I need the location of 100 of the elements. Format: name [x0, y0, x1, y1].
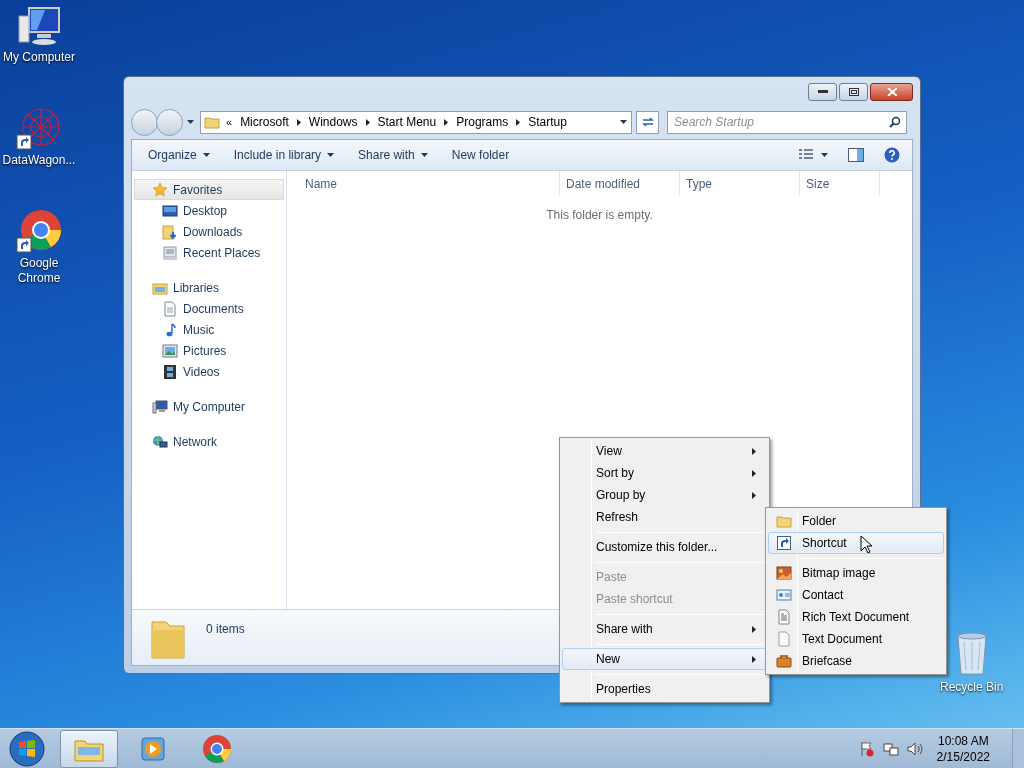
volume-icon [906, 740, 923, 757]
folder-icon [776, 513, 792, 529]
arrow-right-icon [752, 447, 756, 455]
nav-item[interactable]: Documents [132, 298, 286, 319]
preview-pane-icon [848, 148, 864, 162]
icon-label[interactable]: My Computer [1, 50, 77, 65]
arrow-right-icon [752, 625, 756, 633]
empty-folder-message: This folder is empty. [545, 207, 654, 224]
breadcrumb-item[interactable]: Startup [526, 113, 569, 131]
picture-icon [162, 342, 178, 359]
caret-icon [327, 153, 335, 157]
breadcrumb-item[interactable]: Microsoft [238, 113, 291, 131]
nav-item[interactable]: My Computer [134, 396, 284, 417]
overflow-chevron[interactable]: « [226, 113, 233, 131]
menu-item[interactable]: Share with [562, 618, 767, 640]
menu-item[interactable]: Text Document [768, 628, 944, 650]
menu-item[interactable]: Rich Text Document [768, 606, 944, 628]
search-field[interactable]: Search Startup [667, 110, 907, 134]
menu-item[interactable]: Refresh [562, 506, 767, 528]
nav-item[interactable]: Network [134, 431, 284, 452]
arrow-right-icon [752, 491, 756, 499]
caret-icon [202, 153, 210, 157]
desktop-icon [162, 202, 178, 219]
show-desktop-button[interactable] [1012, 728, 1024, 768]
caret-icon [187, 120, 194, 124]
folder-download-icon [162, 223, 178, 240]
computer-icon [152, 398, 168, 415]
contact-card-icon [776, 587, 792, 603]
minimize-icon [817, 90, 828, 94]
nav-item[interactable]: Downloads [132, 221, 286, 242]
forward-button[interactable] [156, 108, 183, 136]
address-bar[interactable]: « Microsoft Windows Start Menu Programs Startup [200, 110, 632, 134]
close-icon [886, 88, 897, 96]
shortcut-icon [776, 535, 792, 551]
column-header[interactable]: Date modified [560, 171, 680, 196]
document-icon [776, 609, 792, 625]
menu-item[interactable]: Customize this folder... [562, 536, 767, 558]
toolbar-button[interactable]: New folder [441, 143, 520, 167]
menu-item[interactable]: Group by [562, 484, 767, 506]
nav-item[interactable]: Pictures [132, 340, 286, 361]
item-count: 0 items [206, 621, 245, 638]
menu-item[interactable]: Shortcut [768, 532, 944, 554]
breadcrumb-item[interactable]: Windows [306, 113, 360, 131]
menu-item[interactable]: Bitmap image [768, 562, 944, 584]
menu-item[interactable]: Folder [768, 510, 944, 532]
arrow-right-icon [296, 118, 301, 126]
menu-item[interactable]: Contact [768, 584, 944, 606]
details-view-icon [799, 149, 813, 161]
blank-document-icon [776, 631, 792, 647]
close-button[interactable] [870, 83, 913, 101]
toolbar-button[interactable]: Organize [138, 143, 220, 167]
clock[interactable]: 10:08 AM 2/15/2022 [936, 732, 990, 765]
menu-item[interactable]: Properties [562, 678, 767, 700]
back-button[interactable] [131, 108, 158, 136]
caret-icon [420, 153, 428, 157]
column-header[interactable]: Size [800, 171, 880, 196]
help-icon [884, 147, 900, 163]
nav-item[interactable]: Music [132, 319, 286, 340]
mouse-pointer-icon [860, 535, 874, 555]
clock-date: 2/15/2022 [936, 748, 990, 765]
nav-item[interactable]: Desktop [132, 200, 286, 221]
breadcrumb-item[interactable]: Start Menu [375, 113, 439, 131]
star-icon [152, 181, 168, 198]
clock-time: 10:08 AM [937, 732, 989, 749]
menu-item[interactable]: Sort by [562, 462, 767, 484]
briefcase-icon [776, 653, 792, 669]
nav-item[interactable]: Recent Places [132, 242, 286, 263]
refresh-button[interactable] [636, 110, 659, 134]
film-icon [162, 363, 178, 380]
arrow-right-icon [752, 655, 756, 663]
refresh-icon [640, 116, 655, 128]
folder-icon [204, 114, 220, 130]
arrow-right-icon [444, 118, 449, 126]
nav-item[interactable]: Libraries [134, 277, 284, 298]
nav-item[interactable]: Videos [132, 361, 286, 382]
column-header[interactable]: Name [287, 171, 560, 196]
menu-item[interactable]: Briefcase [768, 650, 944, 672]
menu-item[interactable]: New [562, 648, 767, 670]
windows-logo-icon [9, 730, 45, 767]
toolbar-button[interactable]: Include in library [223, 143, 345, 167]
caret-icon [821, 153, 828, 157]
minimize-button[interactable] [808, 83, 837, 101]
restore-icon [848, 88, 859, 96]
network-icon [152, 433, 168, 450]
maximize-button[interactable] [839, 83, 868, 101]
nav-item[interactable]: Favorites [134, 179, 284, 200]
image-icon [776, 565, 792, 581]
breadcrumb-item[interactable]: Programs [454, 113, 511, 131]
column-header[interactable]: Type [680, 171, 800, 196]
toolbar-button[interactable]: Share with [348, 143, 438, 167]
menu-item[interactable]: View [562, 440, 767, 462]
icon-label[interactable]: DataWagon... [1, 153, 77, 168]
arrow-right-icon [516, 118, 521, 126]
media-player-icon [139, 734, 167, 763]
caret-icon [620, 120, 627, 124]
taskbar-button[interactable] [60, 729, 118, 768]
network-icon [882, 740, 899, 757]
icon-label[interactable]: Google Chrome [1, 256, 77, 286]
action-center-flag-icon [858, 740, 875, 757]
arrow-right-icon [752, 469, 756, 477]
